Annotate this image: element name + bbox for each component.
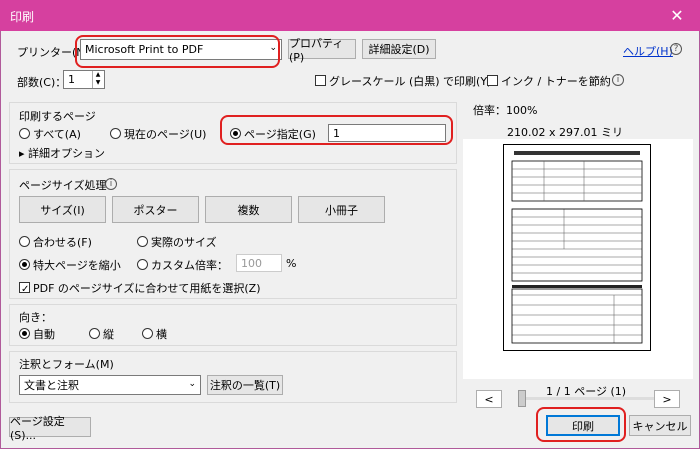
copies-label: 部数(C)： — [17, 76, 67, 89]
save-ink-option[interactable]: インク / トナーを節約 — [487, 73, 611, 89]
annotations-panel: 注釈とフォーム(M) 文書と注釈 ⌄ 注釈の一覧(T) — [9, 351, 457, 403]
more-options-toggle[interactable]: ▸ 詳細オプション — [19, 145, 105, 161]
orientation-auto-option[interactable]: 自動 — [19, 326, 55, 342]
custom-scale-value: 100 — [241, 256, 262, 270]
preview-area: < > — [463, 139, 693, 408]
pages-current-label: 現在のページ(U) — [124, 128, 207, 141]
annotations-selected-value: 文書と注釈 — [24, 379, 79, 392]
fit-radio[interactable] — [19, 236, 30, 247]
pages-current-radio[interactable] — [110, 128, 121, 139]
orientation-auto-label: 自動 — [33, 328, 55, 341]
grayscale-label: グレースケール (白黒) で印刷(Y) — [329, 75, 492, 88]
poster-button[interactable]: ポスター — [112, 196, 199, 223]
chevron-down-icon: ⌄ — [188, 379, 196, 389]
size-button[interactable]: サイズ(I) — [19, 196, 106, 223]
shrink-radio[interactable] — [19, 259, 30, 270]
page-count: 1 / 1 ページ (1) — [546, 385, 627, 398]
copies-spinner[interactable]: ▲ ▼ — [92, 71, 103, 88]
document-thumbnail — [511, 151, 643, 344]
orientation-panel: 向き： 自動 縦 横 — [9, 304, 457, 346]
pdf-paper-label: PDF のページサイズに合わせて用紙を選択(Z) — [33, 282, 261, 295]
annotations-select[interactable]: 文書と注釈 ⌄ — [19, 375, 201, 395]
pdf-paper-checkbox[interactable] — [19, 282, 30, 293]
page-slider-thumb[interactable] — [518, 390, 526, 407]
orientation-landscape-option[interactable]: 横 — [142, 326, 167, 342]
help-icon[interactable]: ? — [670, 43, 682, 55]
pages-all-option[interactable]: すべて(A) — [19, 126, 81, 142]
grayscale-checkbox[interactable] — [315, 75, 326, 86]
page-range-highlight — [220, 115, 453, 145]
orientation-portrait-option[interactable]: 縦 — [89, 326, 114, 342]
annotation-list-button[interactable]: 注釈の一覧(T) — [207, 375, 283, 395]
page-size-heading: ページサイズ処理 — [19, 179, 107, 192]
orientation-portrait-radio[interactable] — [89, 328, 100, 339]
printer-highlight — [75, 35, 280, 68]
page-setup-button[interactable]: ページ設定(S)... — [9, 415, 91, 442]
fit-label: 合わせる(F) — [33, 236, 92, 249]
advanced-button[interactable]: 詳細設定(D) — [362, 39, 436, 59]
prev-page-button[interactable]: < — [476, 390, 502, 408]
print-dialog: プリンター(N)： Microsoft Print to PDF ⌄ プロパティ… — [0, 31, 700, 449]
shrink-label: 特大ページを縮小 — [33, 259, 121, 272]
close-icon[interactable]: ✕ — [654, 0, 700, 31]
orientation-landscape-label: 横 — [156, 328, 167, 341]
help-link[interactable]: ヘルプ(H) — [623, 43, 673, 59]
properties-button[interactable]: プロパティ(P) — [288, 37, 356, 64]
preview-scale: 倍率：100% — [473, 104, 538, 117]
cancel-button[interactable]: キャンセル — [629, 415, 691, 436]
copies-value: 1 — [68, 73, 75, 86]
pages-all-label: すべて(A) — [33, 128, 81, 141]
fit-option[interactable]: 合わせる(F) — [19, 234, 92, 250]
annotations-heading: 注釈とフォーム(M) — [19, 358, 114, 371]
window-title: 印刷 — [10, 10, 35, 24]
pages-current-option[interactable]: 現在のページ(U) — [110, 126, 206, 142]
custom-scale-label: カスタム倍率： — [151, 259, 228, 272]
custom-scale-option[interactable]: カスタム倍率： — [137, 257, 228, 273]
actual-size-option[interactable]: 実際のサイズ — [137, 234, 217, 250]
orientation-landscape-radio[interactable] — [142, 328, 153, 339]
preview-page — [503, 144, 651, 351]
custom-scale-radio[interactable] — [137, 259, 148, 270]
save-ink-checkbox[interactable] — [487, 75, 498, 86]
booklet-button[interactable]: 小冊子 — [298, 196, 385, 223]
copies-input[interactable]: 1 ▲ ▼ — [63, 70, 105, 89]
page-size-panel: ページサイズ処理 i サイズ(I) ポスター 複数 小冊子 合わせる(F) 実際… — [9, 169, 457, 299]
orientation-portrait-label: 縦 — [103, 328, 114, 341]
orientation-auto-radio[interactable] — [19, 328, 30, 339]
info-icon[interactable]: i — [612, 74, 624, 86]
save-ink-label: インク / トナーを節約 — [501, 75, 611, 88]
preview-dimensions: 210.02 x 297.01 ミリ — [507, 126, 623, 139]
grayscale-option[interactable]: グレースケール (白黒) で印刷(Y) — [315, 73, 491, 89]
custom-scale-input[interactable]: 100 — [236, 254, 282, 272]
print-highlight — [536, 407, 626, 442]
percent-label: % — [286, 257, 297, 270]
next-page-button[interactable]: > — [654, 390, 680, 408]
actual-size-radio[interactable] — [137, 236, 148, 247]
orientation-heading: 向き： — [19, 311, 52, 324]
actual-size-label: 実際のサイズ — [151, 236, 217, 249]
info-icon[interactable]: i — [105, 178, 117, 190]
multiple-button[interactable]: 複数 — [205, 196, 292, 223]
title-bar: 印刷 ✕ — [0, 0, 700, 31]
shrink-option[interactable]: 特大ページを縮小 — [19, 257, 121, 273]
pdf-paper-option[interactable]: PDF のページサイズに合わせて用紙を選択(Z) — [19, 280, 261, 296]
pages-all-radio[interactable] — [19, 128, 30, 139]
pages-heading: 印刷するページ — [19, 110, 96, 123]
